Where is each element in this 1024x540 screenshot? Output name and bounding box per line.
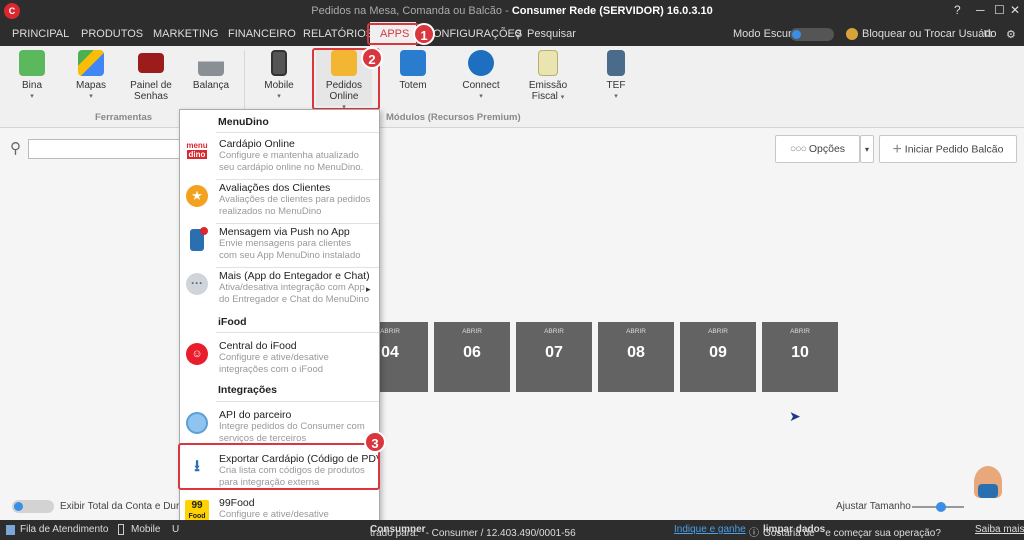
exibir-total-toggle[interactable] xyxy=(12,500,54,513)
mouse-cursor-icon: ➤ xyxy=(789,408,801,424)
lock-user-button[interactable]: Bloquear ou Trocar Usuário xyxy=(862,28,997,40)
tab-marketing[interactable]: MARKETING xyxy=(153,28,218,40)
dark-mode-label: Modo Escuro xyxy=(733,28,798,40)
totem-icon xyxy=(400,50,426,76)
section-integracoes: Integrações xyxy=(218,384,277,396)
iniciar-pedido-balcao-button[interactable]: + Iniciar Pedido Balcão xyxy=(879,135,1017,163)
tef-button[interactable]: TEF ▾ xyxy=(588,50,644,102)
99food-logo-icon: 99 Food xyxy=(185,500,209,522)
push-notification-icon xyxy=(190,227,208,251)
group-ferramentas-label: Ferramentas xyxy=(95,112,153,123)
smartphone-icon xyxy=(271,50,287,76)
display-icon xyxy=(138,53,164,73)
card-terminal-icon xyxy=(607,50,625,76)
tab-principal[interactable]: PRINCIPAL xyxy=(12,28,69,40)
pesquisar-link[interactable]: Pesquisar xyxy=(527,28,576,40)
help-circle-icon: ⓘ xyxy=(749,528,759,539)
highlight-exportar-cardapio xyxy=(178,443,380,490)
table-tile[interactable]: ABRIR 07 xyxy=(516,322,592,392)
search-icon: ⚲ xyxy=(10,140,21,157)
tab-produtos[interactable]: PRODUTOS xyxy=(81,28,143,40)
divider xyxy=(216,179,379,180)
menudino-logo-icon: menu dino xyxy=(185,141,209,163)
mobile-button[interactable]: Mobile ▾ xyxy=(251,50,307,102)
dark-mode-toggle[interactable] xyxy=(790,28,834,41)
step-badge-2: 2 xyxy=(361,47,383,69)
menu-item-push[interactable]: Mensagem via Push no App Envie mensagens… xyxy=(180,226,379,266)
indique-ganhe-link[interactable]: Indique e ganhe xyxy=(674,524,746,535)
mapas-button[interactable]: Mapas ▾ xyxy=(63,50,119,102)
star-icon: ★ xyxy=(186,185,208,207)
window-title: Pedidos na Mesa, Comanda ou Balcão - Con… xyxy=(311,5,713,17)
queue-icon xyxy=(6,525,15,535)
table-tile[interactable]: ABRIR 08 xyxy=(598,322,674,392)
help-button[interactable]: ? xyxy=(954,3,961,17)
ifood-icon: ☺ xyxy=(186,343,208,365)
search-input[interactable] xyxy=(28,139,188,159)
phone-icon xyxy=(19,50,45,76)
receipt-icon xyxy=(538,50,558,76)
opcoes-dropdown-button[interactable]: ▾ xyxy=(860,135,874,163)
opcoes-button[interactable]: ○○○ Opções xyxy=(775,135,860,163)
fila-atendimento-link[interactable]: Fila de Atendimento xyxy=(20,524,108,535)
cloud-icon xyxy=(468,50,494,76)
tab-financeiro[interactable]: FINANCEIRO xyxy=(228,28,296,40)
menu-item-mais[interactable]: ··· Mais (App do Entegador e Chat) ▸ Ati… xyxy=(180,270,379,310)
maximize-button[interactable]: ☐ xyxy=(994,3,1005,17)
minimize-button[interactable]: ─ xyxy=(976,3,985,17)
divider xyxy=(216,332,379,333)
painel-senhas-button[interactable]: Painel de Senhas xyxy=(123,50,179,102)
title-bar: C Pedidos na Mesa, Comanda ou Balcão - C… xyxy=(0,0,1024,22)
step-badge-3: 3 xyxy=(364,431,386,453)
divider xyxy=(216,132,379,133)
divider xyxy=(216,223,379,224)
more-dots-icon: ··· xyxy=(186,273,208,295)
close-button[interactable]: ✕ xyxy=(1010,3,1020,17)
totem-button[interactable]: Totem xyxy=(385,50,441,91)
emissao-fiscal-button[interactable]: Emissão Fiscal ▾ xyxy=(520,50,576,103)
restore-ribbon-icon[interactable]: ⧉ xyxy=(984,28,992,41)
highlight-apps xyxy=(367,23,419,45)
size-slider[interactable] xyxy=(912,502,964,512)
registration-info: trado para: Consumner - Consumer / 12.40… xyxy=(370,524,576,539)
ribbon: Bina ▾ Mapas ▾ Painel de Senhas Balança Mob… xyxy=(0,46,1024,128)
mobile-status-icon xyxy=(118,524,124,535)
menu-item-api-parceiro[interactable]: API do parceiro Integre pedidos do Consu… xyxy=(180,409,379,445)
settings-icon[interactable]: ⚙ xyxy=(1006,28,1016,41)
mobile-status-label[interactable]: Mobile xyxy=(131,524,160,535)
main-content: ⚲ ○○○ Opções ▾ + Iniciar Pedido Balcão A… xyxy=(0,128,1024,520)
section-ifood: iFood xyxy=(218,316,247,328)
divider xyxy=(216,267,379,268)
table-tile[interactable]: ABRIR 09 xyxy=(680,322,756,392)
menu-item-cardapio-online[interactable]: menu dino Cardápio Online Configure e man… xyxy=(180,138,379,178)
menu-item-avaliacoes[interactable]: ★ Avaliações dos Clientes Avaliações de … xyxy=(180,182,379,222)
connect-button[interactable]: Connect ▾ xyxy=(453,50,509,102)
menu-bar: PRINCIPAL PRODUTOS MARKETING FINANCEIRO … xyxy=(0,22,1024,46)
api-link-icon xyxy=(186,412,208,434)
status-u: U xyxy=(172,524,180,535)
menu-item-central-ifood[interactable]: ☺ Central do iFood Configure e ative/des… xyxy=(180,340,379,375)
balanca-button[interactable]: Balança xyxy=(183,50,239,91)
user-icon xyxy=(846,28,858,40)
map-icon xyxy=(78,50,104,76)
table-tile[interactable]: ABRIR 10 xyxy=(762,322,838,392)
scale-icon xyxy=(198,50,224,76)
saiba-mais-link[interactable]: Saiba mais xyxy=(975,524,1024,535)
search-icon[interactable]: ⚲ xyxy=(514,28,522,41)
table-tile[interactable]: ABRIR 06 xyxy=(434,322,510,392)
bina-button[interactable]: Bina ▾ xyxy=(4,50,60,102)
gostaria-text: Gostaria de limpar dados e começar sua o… xyxy=(763,524,941,539)
support-agent-icon[interactable] xyxy=(974,466,1002,498)
tab-configuracoes[interactable]: CONFIGURAÇÕES xyxy=(425,28,522,40)
group-modulos-label: Módulos (Recursos Premium) xyxy=(386,112,521,123)
status-bar: Fila de Atendimento Mobile U trado para:… xyxy=(0,520,1024,540)
divider xyxy=(216,401,379,402)
tab-relatorios[interactable]: RELATÓRIOS xyxy=(303,28,373,40)
section-menudino: MenuDino xyxy=(218,116,269,128)
ajustar-tamanho-label: Ajustar Tamanho xyxy=(836,501,911,512)
step-badge-1: 1 xyxy=(413,23,435,45)
